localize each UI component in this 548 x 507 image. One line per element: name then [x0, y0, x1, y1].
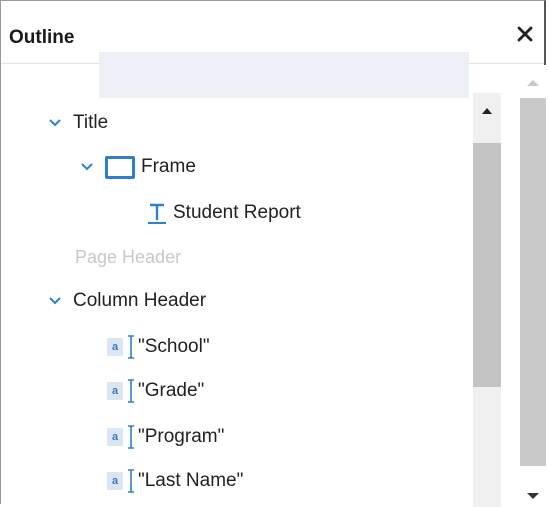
tree-scrollbar-thumb[interactable]	[473, 143, 501, 387]
text-field-icon: a	[107, 334, 136, 360]
scroll-up-arrow-icon[interactable]	[481, 107, 493, 115]
tree-node-label: "School"	[138, 336, 210, 357]
tree-node-label: Frame	[141, 156, 196, 177]
tree-node-label: "Program"	[138, 426, 225, 447]
tree-node-label: Title	[73, 112, 109, 133]
outer-scrollbar[interactable]	[519, 65, 546, 505]
tree-node-title[interactable]: Title	[47, 101, 108, 145]
tree-node-student-report[interactable]: Student Report	[147, 191, 301, 235]
tree-node-field-last-name[interactable]: a "Last Name"	[107, 459, 243, 503]
scroll-down-arrow-icon[interactable]	[526, 492, 540, 500]
text-element-icon	[148, 203, 166, 224]
tree-node-field-grade[interactable]: a "Grade"	[107, 369, 204, 413]
scroll-up-arrow-icon[interactable]	[526, 79, 540, 87]
chevron-down-icon[interactable]	[47, 115, 63, 131]
tree-node-page-header: Page Header	[75, 235, 181, 279]
frame-icon	[105, 155, 135, 179]
tree-node-field-school[interactable]: a "School"	[107, 325, 210, 369]
tree-node-frame[interactable]: Frame	[79, 145, 196, 189]
outline-panel: Outline Title Frame Student Report Page …	[0, 0, 546, 507]
tree-node-label: "Grade"	[138, 380, 205, 401]
panel-title: Outline	[9, 27, 75, 48]
chevron-down-icon[interactable]	[79, 159, 95, 175]
close-button[interactable]	[512, 21, 538, 47]
tree-scrollbar[interactable]	[473, 93, 501, 507]
selected-row-highlight	[99, 52, 469, 98]
tree-node-label: Column Header	[73, 290, 207, 311]
text-field-icon: a	[107, 468, 136, 494]
close-icon	[517, 26, 533, 42]
text-field-icon: a	[107, 424, 136, 450]
text-field-icon: a	[107, 378, 136, 404]
tree-node-field-program[interactable]: a "Program"	[107, 415, 224, 459]
tree-node-label: Page Header	[75, 246, 182, 267]
tree-node-column-header[interactable]: Column Header	[47, 279, 206, 323]
tree-node-label: Student Report	[173, 202, 301, 223]
chevron-down-icon[interactable]	[47, 293, 63, 309]
outer-scrollbar-thumb[interactable]	[520, 98, 546, 466]
tree-node-label: "Last Name"	[138, 470, 244, 491]
